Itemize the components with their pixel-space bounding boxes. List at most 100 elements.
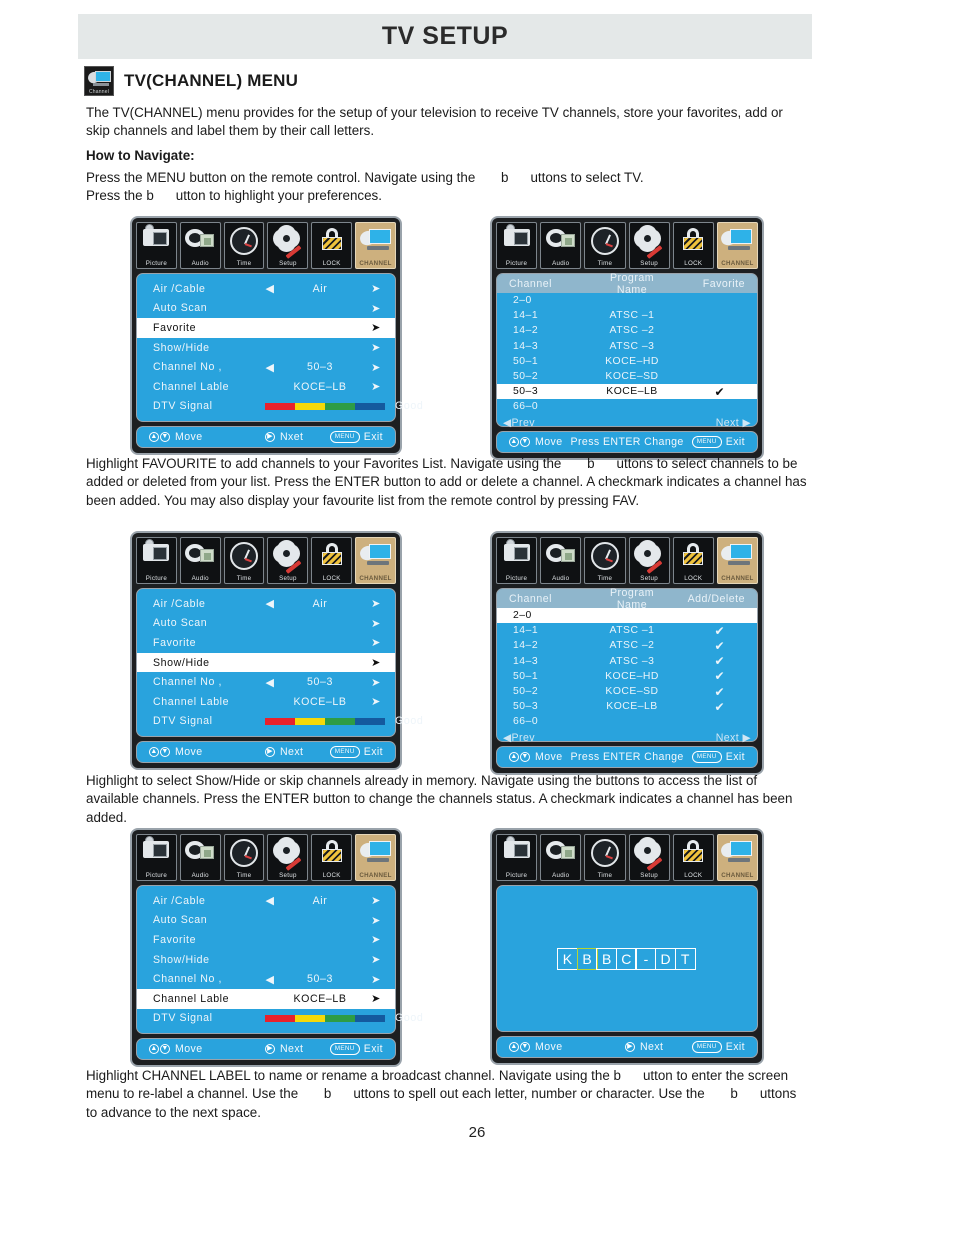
menu-row[interactable]: Auto Scan ➤ (141, 299, 391, 319)
chevron-right-icon[interactable]: ➤ (361, 636, 381, 649)
footer-exit[interactable]: MENU Exit (329, 746, 383, 759)
menu-row[interactable]: Channel No , ◀ 50–3 ➤ (141, 969, 391, 989)
tab-picture[interactable]: Picture (496, 834, 538, 881)
menu-row[interactable]: Channel Lable KOCE–LB ➤ (137, 988, 395, 1009)
menu-row[interactable]: Show/Hide ➤ (141, 950, 391, 970)
channel-row[interactable]: 14–1 ATSC –1 ✔ (501, 623, 753, 638)
menu-button-icon[interactable]: MENU (329, 1043, 360, 1056)
tab-channel[interactable]: CHANNEL (716, 222, 759, 269)
tab-lock[interactable]: LOCK (311, 537, 353, 584)
chevron-right-icon[interactable]: ➤ (361, 361, 381, 374)
tab-lock[interactable]: LOCK (311, 222, 353, 269)
left-arrow-icon[interactable]: ◀ (261, 973, 279, 986)
menu-row[interactable]: DTV Signal Good (141, 1009, 423, 1029)
tab-time[interactable]: Time (584, 222, 626, 269)
channel-row[interactable]: 50–2 KOCE–SD ✔ (501, 684, 753, 699)
tab-channel[interactable]: CHANNEL (716, 834, 759, 881)
left-arrow-icon[interactable]: ◀ (261, 282, 279, 295)
tab-lock[interactable]: LOCK (311, 834, 353, 881)
label-char-box[interactable]: K (556, 947, 578, 970)
tab-time[interactable]: Time (584, 834, 626, 881)
menu-row[interactable]: Channel No , ◀ 50–3 ➤ (141, 672, 391, 692)
menu-row[interactable]: Favorite ➤ (141, 633, 391, 653)
chevron-right-icon[interactable]: ➤ (361, 695, 381, 708)
tab-time[interactable]: Time (223, 222, 265, 269)
tab-audio[interactable]: Audio (179, 834, 221, 881)
tab-strip[interactable]: Picture Audio Time Setup LOCK CHANNEL (496, 222, 759, 269)
label-char-box[interactable]: C (615, 947, 637, 970)
tab-strip[interactable]: Picture Audio Time Setup LOCK CHANNEL (496, 834, 759, 881)
footer-exit[interactable]: MENU Exit (691, 1041, 745, 1053)
chevron-right-icon[interactable]: ➤ (361, 282, 381, 295)
channel-list[interactable]: Channel Program Name Favorite 2–0 14–1 ATSC –… (496, 272, 758, 429)
chevron-right-icon[interactable]: ➤ (361, 656, 381, 669)
tab-picture[interactable]: Picture (136, 537, 177, 584)
tab-lock[interactable]: LOCK (672, 222, 714, 269)
chevron-right-icon[interactable]: ➤ (361, 617, 381, 630)
tab-strip[interactable]: Picture Audio Time Setup LOCK CHANNEL (136, 222, 396, 269)
tab-setup[interactable]: Setup (267, 834, 309, 881)
prev-button[interactable]: ◀Prev (503, 417, 535, 429)
left-arrow-icon[interactable]: ◀ (261, 361, 279, 374)
chevron-right-icon[interactable]: ➤ (361, 953, 381, 966)
channel-list-nav[interactable]: ◀Prev Next ▶ (497, 731, 757, 746)
menu-row[interactable]: DTV Signal Good (141, 397, 423, 417)
tab-setup[interactable]: Setup (267, 222, 309, 269)
tab-setup[interactable]: Setup (628, 834, 670, 881)
tab-strip[interactable]: Picture Audio Time Setup LOCK CHANNEL (136, 537, 396, 584)
channel-row[interactable]: 14–2 ATSC –2 (501, 323, 753, 338)
tab-setup[interactable]: Setup (628, 537, 670, 584)
left-arrow-icon[interactable]: ◀ (261, 676, 279, 689)
menu-row[interactable]: Air /Cable ◀ Air ➤ (141, 594, 391, 614)
tab-channel[interactable]: CHANNEL (355, 537, 396, 584)
tab-audio[interactable]: Audio (540, 222, 582, 269)
next-button[interactable]: Next ▶ (716, 417, 751, 429)
left-arrow-icon[interactable]: ◀ (261, 894, 279, 907)
channel-row[interactable]: 66–0 (501, 399, 753, 414)
menu-button-icon[interactable]: MENU (691, 435, 722, 448)
menu-row[interactable]: Show/Hide ➤ (137, 652, 395, 673)
menu-button-icon[interactable]: MENU (329, 431, 360, 444)
menu-button-icon[interactable]: MENU (329, 746, 360, 759)
channel-row[interactable]: 14–2 ATSC –2 ✔ (501, 638, 753, 653)
menu-row[interactable]: Channel No , ◀ 50–3 ➤ (141, 357, 391, 377)
menu-row[interactable]: Favorite ➤ (141, 930, 391, 950)
label-char-box[interactable]: - (635, 947, 657, 970)
menu-button-icon[interactable]: MENU (691, 1041, 722, 1053)
tab-time[interactable]: Time (584, 537, 626, 584)
chevron-right-icon[interactable]: ➤ (361, 380, 381, 393)
footer-exit[interactable]: MENU Exit (329, 1043, 383, 1056)
tab-picture[interactable]: Picture (496, 537, 538, 584)
tab-picture[interactable]: Picture (496, 222, 538, 269)
osd-panel-label-editor[interactable]: Picture Audio Time Setup LOCK CHANNEL KBBC-DT… (490, 828, 764, 1065)
osd-panel-channellabel-menu[interactable]: Picture Audio Time Setup LOCK CHANNEL Air /Ca… (130, 828, 423, 1068)
channel-row[interactable]: 14–3 ATSC –3 (501, 339, 753, 354)
tab-setup[interactable]: Setup (628, 222, 670, 269)
chevron-right-icon[interactable]: ➤ (361, 321, 381, 334)
chevron-right-icon[interactable]: ➤ (361, 992, 381, 1005)
label-char-box[interactable]: T (674, 947, 696, 970)
channel-row[interactable]: 50–2 KOCE–SD (501, 369, 753, 384)
tab-channel[interactable]: CHANNEL (355, 834, 396, 881)
channel-row[interactable]: 14–1 ATSC –1 (501, 308, 753, 323)
menu-row[interactable]: DTV Signal Good (141, 712, 423, 732)
menu-row[interactable]: Air /Cable ◀ Air ➤ (141, 891, 391, 911)
tab-lock[interactable]: LOCK (672, 537, 714, 584)
tab-channel[interactable]: CHANNEL (355, 222, 396, 269)
tab-picture[interactable]: Picture (136, 222, 177, 269)
tab-channel[interactable]: CHANNEL (716, 537, 759, 584)
next-button[interactable]: Next ▶ (716, 732, 751, 744)
chevron-right-icon[interactable]: ➤ (361, 933, 381, 946)
channel-row[interactable]: 50–1 KOCE–HD (501, 354, 753, 369)
tab-setup[interactable]: Setup (267, 537, 309, 584)
channel-row[interactable]: 14–3 ATSC –3 ✔ (501, 654, 753, 669)
chevron-right-icon[interactable]: ➤ (361, 894, 381, 907)
channel-row[interactable]: 50–3 KOCE–LB ✔ (497, 384, 757, 400)
tab-lock[interactable]: LOCK (672, 834, 714, 881)
channel-list-nav[interactable]: ◀Prev Next ▶ (497, 416, 757, 431)
channel-row[interactable]: 50–3 KOCE–LB ✔ (501, 699, 753, 714)
channel-row[interactable]: 66–0 (501, 714, 753, 729)
osd-panel-adddelete-list[interactable]: Picture Audio Time Setup LOCK CHANNEL Channel… (490, 531, 764, 775)
menu-list[interactable]: Air /Cable ◀ Air ➤ Auto Scan ➤ Favorite ➤ Show/H… (136, 885, 423, 1035)
chevron-right-icon[interactable]: ➤ (361, 597, 381, 610)
